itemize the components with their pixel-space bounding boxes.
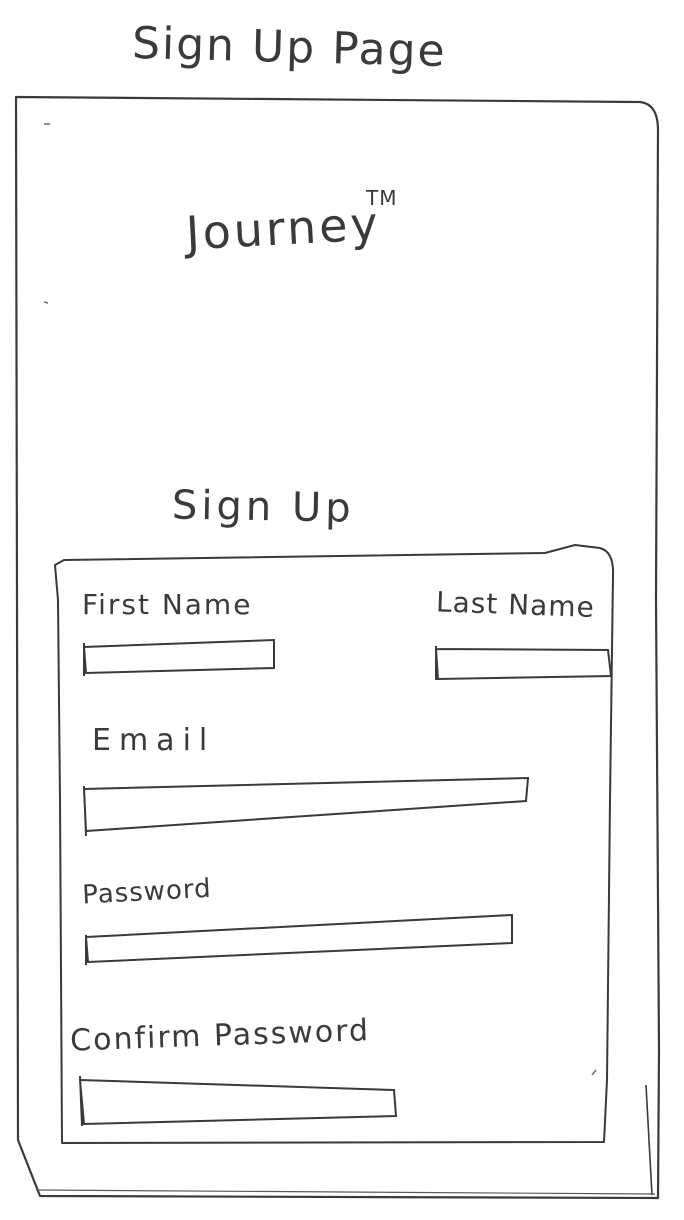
first-name-input[interactable] bbox=[82, 638, 275, 676]
email-input[interactable] bbox=[82, 776, 530, 837]
last-name-input[interactable] bbox=[434, 646, 613, 681]
first-name-label: First Name bbox=[82, 588, 252, 621]
form-heading: Sign Up bbox=[172, 482, 355, 531]
brand-trademark: TM bbox=[365, 186, 397, 210]
password-label: Password bbox=[82, 874, 213, 911]
phone-frame-inner-edge bbox=[645, 1084, 653, 1196]
sketch-title: Sign Up Page bbox=[131, 18, 447, 77]
confirm-password-label: Confirm Password bbox=[70, 1013, 371, 1058]
password-input[interactable] bbox=[84, 913, 513, 965]
confirm-password-input[interactable] bbox=[78, 1075, 398, 1127]
email-label: Email bbox=[92, 723, 215, 758]
brand-logo: Journey bbox=[182, 196, 382, 260]
phone-frame-bottom-double bbox=[35, 1189, 656, 1195]
wireframe-sketch: Sign Up Page Journey TM Sign Up First Na… bbox=[14, 18, 661, 1200]
last-name-label: Last Name bbox=[435, 585, 595, 624]
